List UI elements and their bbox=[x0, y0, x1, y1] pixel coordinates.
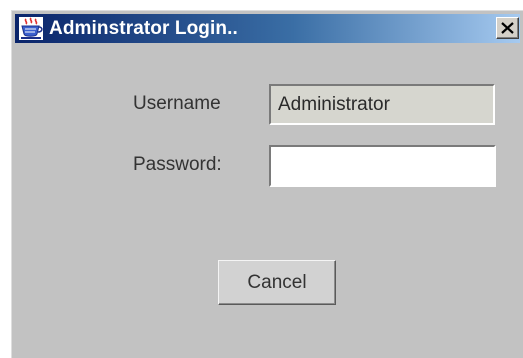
password-field[interactable] bbox=[269, 145, 496, 187]
password-label: Password: bbox=[133, 154, 222, 175]
close-button[interactable] bbox=[496, 17, 519, 39]
java-cup-icon bbox=[19, 17, 43, 40]
window-title: Adminstrator Login.. bbox=[49, 18, 238, 39]
cancel-button[interactable]: Cancel bbox=[218, 260, 336, 305]
title-bar[interactable]: Adminstrator Login.. bbox=[15, 14, 520, 43]
close-icon bbox=[501, 22, 514, 34]
username-label: Username bbox=[133, 93, 221, 114]
login-dialog: Adminstrator Login.. Username Password: … bbox=[11, 10, 523, 358]
username-field[interactable] bbox=[269, 84, 495, 125]
